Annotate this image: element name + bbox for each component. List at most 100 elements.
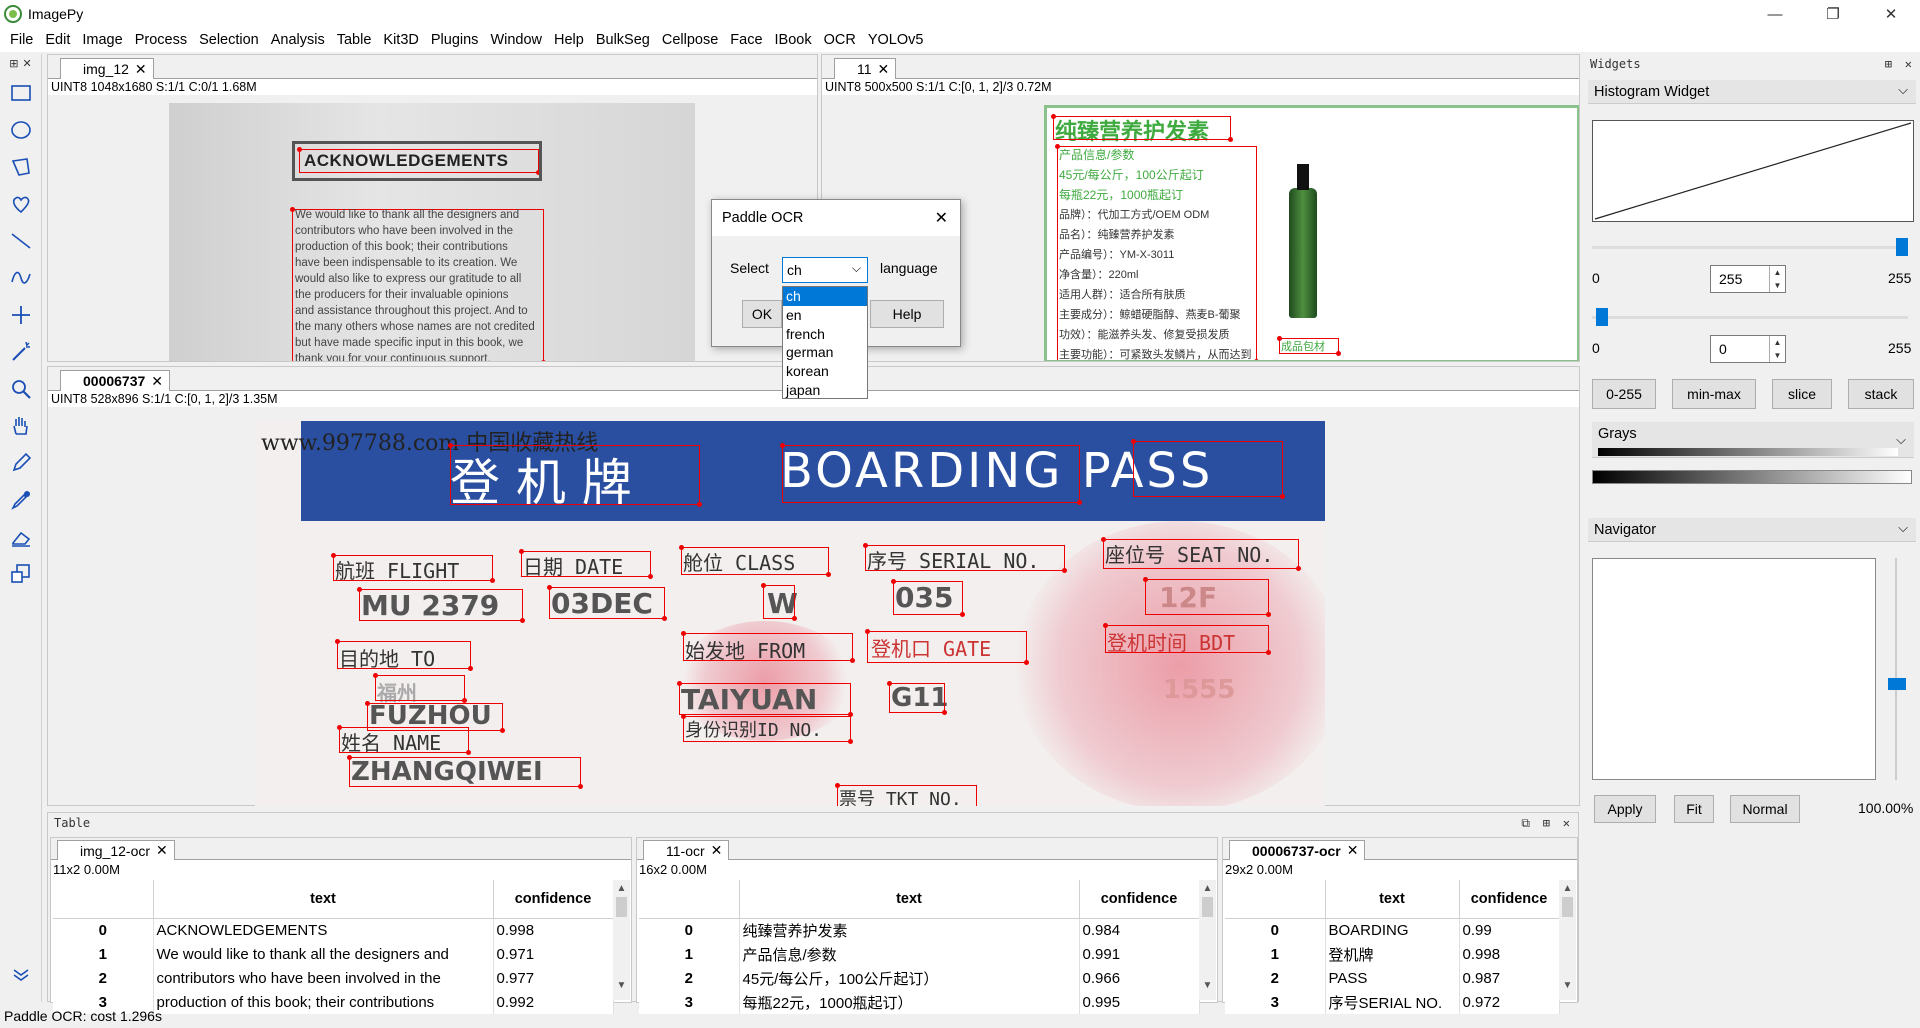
cell-text[interactable]: 纯臻营养护发素 xyxy=(739,918,1080,942)
menu-table[interactable]: Table xyxy=(331,32,378,48)
slice-button[interactable]: slice xyxy=(1772,379,1832,409)
spin-arrows-icon[interactable]: ▲ ▼ xyxy=(1769,266,1785,292)
scroll-down-icon[interactable]: ▼ xyxy=(1559,977,1576,994)
language-select[interactable]: ch ⌵ xyxy=(782,257,868,283)
scroll-up-icon[interactable]: ▲ xyxy=(1199,880,1216,897)
menu-analysis[interactable]: Analysis xyxy=(265,32,331,48)
float-icon[interactable]: ⧉ xyxy=(1521,813,1530,833)
menu-selection[interactable]: Selection xyxy=(193,32,265,48)
scroll-up-icon[interactable]: ▲ xyxy=(613,880,630,897)
colormap-select[interactable]: Grays ⌵ xyxy=(1592,422,1914,458)
table-row[interactable]: 1 产品信息/参数 0.991 xyxy=(639,942,1200,966)
table-row[interactable]: 2 contributors who have been involved in … xyxy=(53,966,614,990)
close-icon[interactable]: ✕ xyxy=(1563,813,1570,833)
table-row[interactable]: 0 BOARDING 0.99 xyxy=(1225,918,1560,942)
magic-wand-icon[interactable] xyxy=(6,337,36,367)
low-slider-track[interactable] xyxy=(1592,316,1908,319)
column-header[interactable] xyxy=(639,880,740,919)
rectangle-tool-icon[interactable] xyxy=(6,78,36,108)
document-image[interactable]: ACKNOWLEDGEMENTS We would like to thank … xyxy=(169,103,695,361)
tab-00006737-ocr[interactable]: 00006737-ocr ✕ xyxy=(1229,840,1366,860)
column-header[interactable]: text xyxy=(739,880,1080,919)
low-slider-handle[interactable] xyxy=(1596,308,1608,326)
close-window-button[interactable]: ✕ xyxy=(1862,0,1920,28)
cell-confidence[interactable]: 0.984 xyxy=(1079,918,1200,942)
column-header[interactable]: confidence xyxy=(1079,880,1200,919)
table-row[interactable]: 0 纯臻营养护发素 0.984 xyxy=(639,918,1200,942)
vertical-scrollbar[interactable]: ▲ ▼ xyxy=(613,880,630,1000)
close-tab-icon[interactable]: ✕ xyxy=(1347,842,1359,859)
tab-11-ocr[interactable]: 11-ocr ✕ xyxy=(643,840,730,860)
spin-arrows-icon[interactable]: ▲ ▼ xyxy=(1769,336,1785,362)
cell-confidence[interactable]: 0.998 xyxy=(1459,942,1560,966)
option-ch[interactable]: ch xyxy=(783,287,867,306)
table-row[interactable]: 1 登机牌 0.998 xyxy=(1225,942,1560,966)
pin-icon[interactable]: ⊞ xyxy=(1543,813,1550,833)
high-slider-handle[interactable] xyxy=(1896,238,1908,256)
expand-toolbar-icon[interactable] xyxy=(6,959,36,989)
menu-plugins[interactable]: Plugins xyxy=(425,32,485,48)
close-icon[interactable]: ✕ xyxy=(23,57,32,70)
cell-confidence[interactable]: 0.991 xyxy=(1079,942,1200,966)
cell-text[interactable]: contributors who have been involved in t… xyxy=(153,966,494,990)
menu-cellpose[interactable]: Cellpose xyxy=(656,32,724,48)
cell-text[interactable]: 45元/每公斤，100公斤起订） xyxy=(739,966,1080,990)
minimize-button[interactable]: — xyxy=(1746,0,1804,28)
option-german[interactable]: german xyxy=(783,343,867,362)
column-header[interactable]: confidence xyxy=(1459,880,1560,919)
navigator-slider-handle[interactable] xyxy=(1888,678,1906,690)
bucket-icon[interactable] xyxy=(6,559,36,589)
close-tab-icon[interactable]: ✕ xyxy=(151,373,163,390)
column-header[interactable]: text xyxy=(1325,880,1460,919)
cell-confidence[interactable]: 0.99 xyxy=(1459,918,1560,942)
ok-button[interactable]: OK xyxy=(742,300,782,328)
menu-help[interactable]: Help xyxy=(548,32,590,48)
tab-img12-ocr[interactable]: img_12-ocr ✕ xyxy=(57,840,175,860)
menu-window[interactable]: Window xyxy=(484,32,548,48)
pin-icon[interactable]: ⊞ xyxy=(9,57,18,70)
close-tab-icon[interactable]: ✕ xyxy=(135,61,147,78)
fit-button[interactable]: Fit xyxy=(1674,795,1714,823)
range-0-255-button[interactable]: 0-255 xyxy=(1592,379,1656,409)
cell-text[interactable]: BOARDING xyxy=(1325,918,1460,942)
navigator-slider[interactable] xyxy=(1886,558,1906,780)
column-header[interactable]: text xyxy=(153,880,494,919)
cell-confidence[interactable]: 0.971 xyxy=(493,942,614,966)
scroll-up-icon[interactable]: ▲ xyxy=(1559,880,1576,897)
low-value-spinbox[interactable]: 0 ▲ ▼ xyxy=(1710,335,1786,363)
restore-button[interactable]: ❐ xyxy=(1804,0,1862,28)
menu-ibook[interactable]: IBook xyxy=(769,32,818,48)
cell-text[interactable]: 产品信息/参数 xyxy=(739,942,1080,966)
boarding-pass-image[interactable]: www.997788.com 中国收藏热线 登 机 牌 BOARDING PAS… xyxy=(255,421,1325,806)
menu-ocr[interactable]: OCR xyxy=(818,32,862,48)
tab-img12[interactable]: img_12 ✕ xyxy=(60,58,154,79)
table-row[interactable]: 2 PASS 0.987 xyxy=(1225,966,1560,990)
close-icon[interactable]: ✕ xyxy=(1905,54,1912,74)
hand-icon[interactable] xyxy=(6,411,36,441)
polyline-tool-icon[interactable] xyxy=(6,263,36,293)
scroll-thumb[interactable] xyxy=(1202,897,1213,917)
menu-kit3d[interactable]: Kit3D xyxy=(377,32,424,48)
point-tool-icon[interactable] xyxy=(6,300,36,330)
dialog-close-icon[interactable]: ✕ xyxy=(935,208,948,228)
line-tool-icon[interactable] xyxy=(6,226,36,256)
table-row[interactable]: 0 ACKNOWLEDGEMENTS 0.998 xyxy=(53,918,614,942)
table-row[interactable]: 1 We would like to thank all the designer… xyxy=(53,942,614,966)
table-row[interactable]: 2 45元/每公斤，100公斤起订） 0.966 xyxy=(639,966,1200,990)
normal-button[interactable]: Normal xyxy=(1730,795,1800,823)
cell-confidence[interactable]: 0.977 xyxy=(493,966,614,990)
scroll-down-icon[interactable]: ▼ xyxy=(613,977,630,994)
cell-confidence[interactable]: 0.966 xyxy=(1079,966,1200,990)
freehand-tool-icon[interactable] xyxy=(6,189,36,219)
zoom-icon[interactable] xyxy=(6,374,36,404)
menu-file[interactable]: File xyxy=(4,32,39,48)
polygon-tool-icon[interactable] xyxy=(6,152,36,182)
close-tab-icon[interactable]: ✕ xyxy=(711,842,723,859)
menu-process[interactable]: Process xyxy=(129,32,193,48)
cell-text[interactable]: 登机牌 xyxy=(1325,942,1460,966)
menu-yolov5[interactable]: YOLOv5 xyxy=(862,32,930,48)
menu-bulkseg[interactable]: BulkSeg xyxy=(590,32,656,48)
high-slider-track[interactable] xyxy=(1592,246,1908,249)
menu-face[interactable]: Face xyxy=(724,32,768,48)
option-korean[interactable]: korean xyxy=(783,362,867,381)
